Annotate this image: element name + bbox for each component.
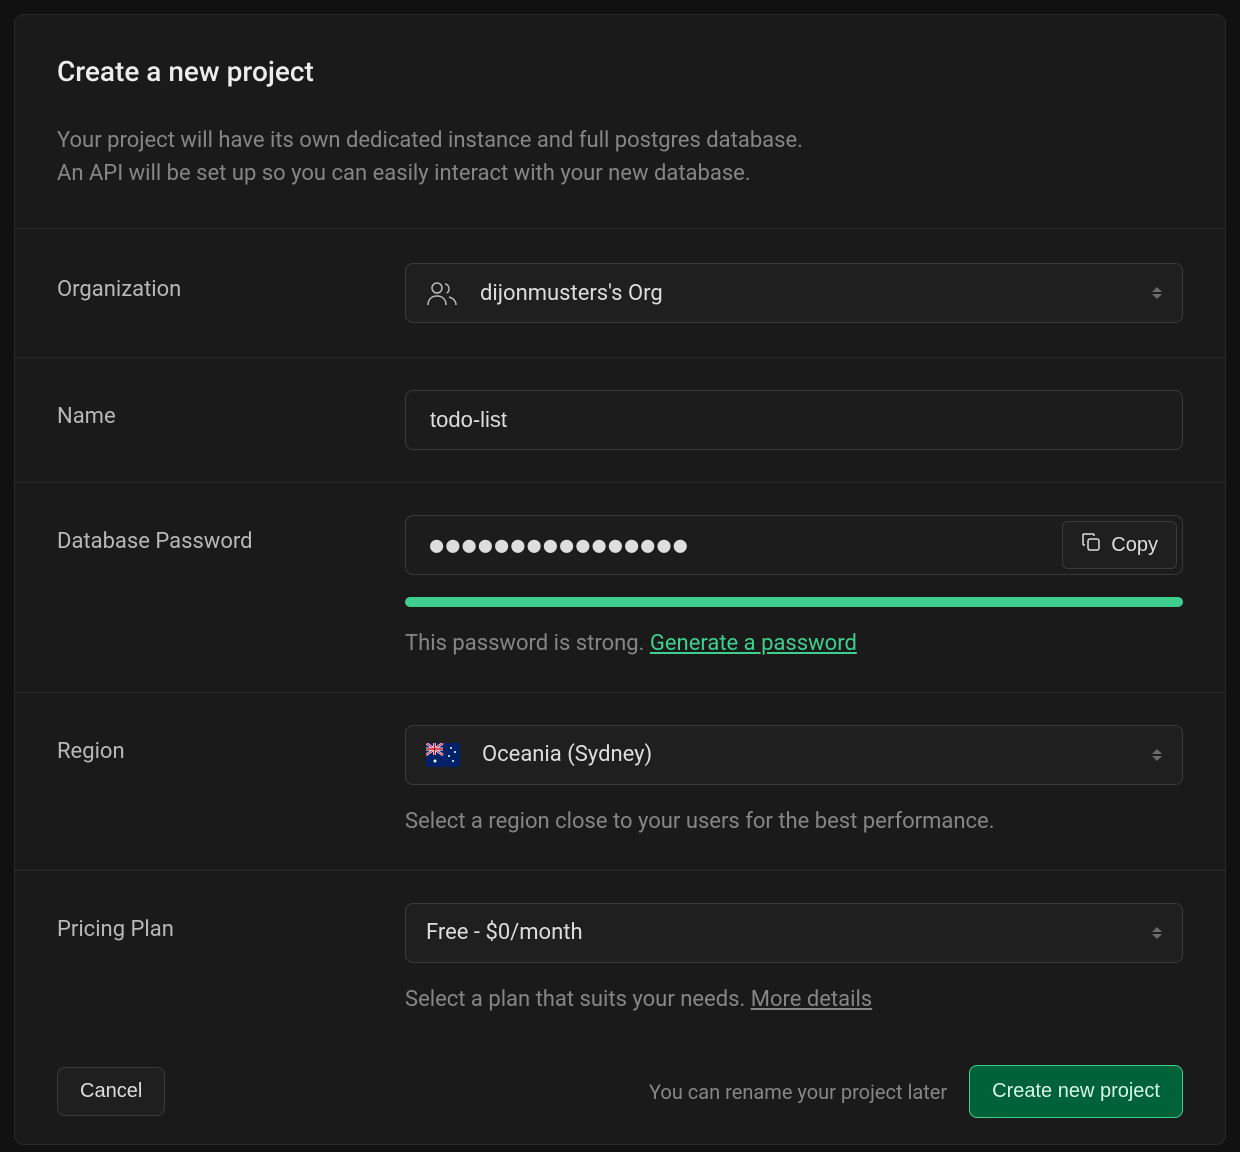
pricing-row: Pricing Plan Free - $0/month Select a pl… bbox=[15, 870, 1225, 1048]
region-select[interactable]: Oceania (Sydney) bbox=[405, 725, 1183, 785]
region-helper: Select a region close to your users for … bbox=[405, 807, 1183, 838]
region-control: Oceania (Sydney) Select a region close t… bbox=[405, 725, 1183, 838]
australia-flag-icon bbox=[426, 743, 460, 767]
create-project-modal: Create a new project Your project will h… bbox=[14, 14, 1226, 1145]
modal-footer: Cancel You can rename your project later… bbox=[15, 1047, 1225, 1144]
description-line-2: An API will be set up so you can easily … bbox=[57, 157, 1183, 190]
modal-description: Your project will have its own dedicated… bbox=[57, 124, 1183, 190]
region-row: Region bbox=[15, 692, 1225, 870]
select-arrows-icon bbox=[1152, 287, 1162, 299]
modal-header: Create a new project Your project will h… bbox=[15, 15, 1225, 228]
footer-right: You can rename your project later Create… bbox=[649, 1065, 1183, 1118]
cancel-button[interactable]: Cancel bbox=[57, 1067, 165, 1116]
modal-title: Create a new project bbox=[57, 55, 1183, 88]
more-details-link[interactable]: More details bbox=[751, 987, 872, 1012]
form-section: Organization dijonmusters's Org bbox=[15, 228, 1225, 1047]
name-control bbox=[405, 390, 1183, 450]
password-strength-bar bbox=[405, 597, 1183, 607]
organization-label: Organization bbox=[57, 263, 405, 302]
organization-value: dijonmusters's Org bbox=[480, 281, 1144, 306]
pricing-select[interactable]: Free - $0/month bbox=[405, 903, 1183, 963]
create-project-button[interactable]: Create new project bbox=[969, 1065, 1183, 1118]
password-strength-text: This password is strong. bbox=[405, 631, 650, 656]
select-arrows-icon bbox=[1152, 749, 1162, 761]
pricing-control: Free - $0/month Select a plan that suits… bbox=[405, 903, 1183, 1016]
password-control: Copy This password is strong. Generate a… bbox=[405, 515, 1183, 660]
pricing-helper: Select a plan that suits your needs. Mor… bbox=[405, 985, 1183, 1016]
organization-select[interactable]: dijonmusters's Org bbox=[405, 263, 1183, 323]
region-value: Oceania (Sydney) bbox=[482, 742, 1144, 767]
password-label: Database Password bbox=[57, 515, 405, 554]
footer-hint: You can rename your project later bbox=[649, 1080, 947, 1104]
name-label: Name bbox=[57, 390, 405, 429]
copy-label: Copy bbox=[1111, 534, 1158, 557]
name-input[interactable] bbox=[405, 390, 1183, 450]
organization-control: dijonmusters's Org bbox=[405, 263, 1183, 323]
description-line-1: Your project will have its own dedicated… bbox=[57, 124, 1183, 157]
copy-icon bbox=[1081, 532, 1101, 558]
password-wrapper: Copy bbox=[405, 515, 1183, 575]
select-arrows-icon bbox=[1152, 927, 1162, 939]
pricing-value: Free - $0/month bbox=[426, 920, 1144, 945]
password-row: Database Password Copy bbox=[15, 482, 1225, 692]
copy-button[interactable]: Copy bbox=[1062, 521, 1177, 569]
pricing-helper-text: Select a plan that suits your needs. bbox=[405, 987, 751, 1012]
users-icon bbox=[426, 279, 458, 307]
name-row: Name bbox=[15, 357, 1225, 482]
organization-row: Organization dijonmusters's Org bbox=[15, 229, 1225, 357]
pricing-label: Pricing Plan bbox=[57, 903, 405, 942]
generate-password-link[interactable]: Generate a password bbox=[650, 631, 857, 656]
password-helper: This password is strong. Generate a pass… bbox=[405, 629, 1183, 660]
region-label: Region bbox=[57, 725, 405, 764]
